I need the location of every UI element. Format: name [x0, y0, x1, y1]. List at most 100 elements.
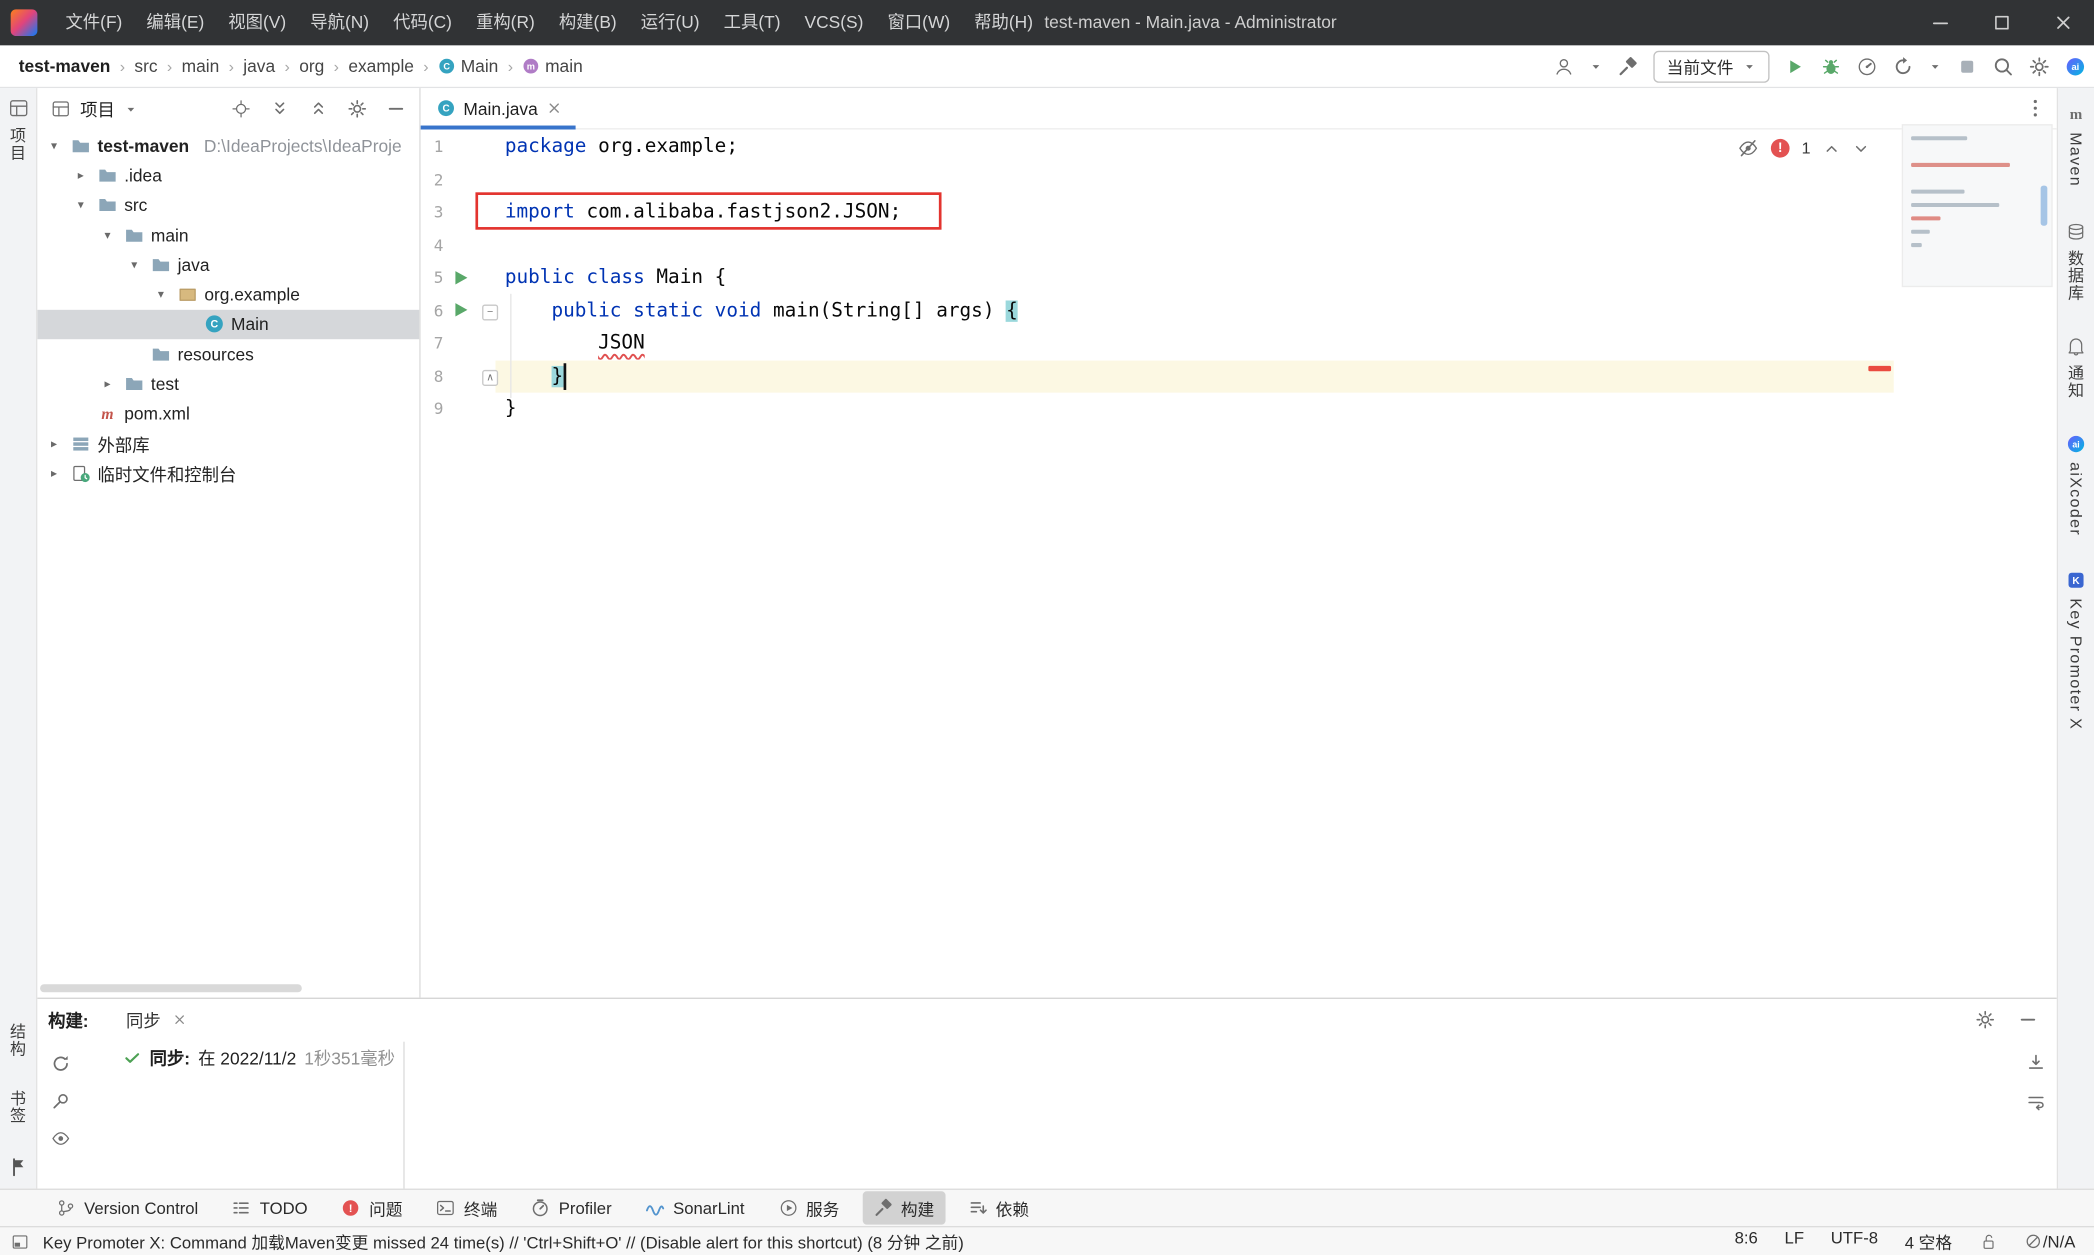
- menu-item[interactable]: 编辑(E): [134, 0, 216, 45]
- menu-item[interactable]: 代码(C): [381, 0, 464, 45]
- menu-item[interactable]: 帮助(H): [962, 0, 1045, 45]
- menu-item[interactable]: 运行(U): [629, 0, 712, 45]
- horizontal-scrollbar[interactable]: [40, 984, 302, 992]
- status-message[interactable]: Key Promoter X: Command 加载Maven变更 missed…: [43, 1229, 964, 1254]
- menu-item[interactable]: 工具(T): [712, 0, 793, 45]
- debug-button[interactable]: [1820, 55, 1841, 76]
- breadcrumb-item[interactable]: CMain: [438, 56, 498, 76]
- breadcrumb-item[interactable]: org: [299, 56, 324, 76]
- tree-item[interactable]: ▸test: [37, 369, 419, 399]
- toolwindow-button[interactable]: SonarLint: [634, 1194, 755, 1222]
- more-options-icon[interactable]: [2025, 97, 2046, 118]
- toolwindow-button[interactable]: TODO: [221, 1194, 318, 1222]
- profiler-run-icon[interactable]: [1856, 55, 1877, 76]
- breadcrumb-item[interactable]: src: [134, 56, 157, 76]
- status-item[interactable]: LF: [1785, 1229, 1804, 1254]
- toolwindow-button[interactable]: 服务: [767, 1191, 850, 1224]
- tree-item[interactable]: ▸.idea: [37, 161, 419, 191]
- chevron-down-icon[interactable]: [124, 102, 137, 115]
- build-hammer-icon[interactable]: [1617, 55, 1638, 76]
- code-line[interactable]: [495, 229, 1893, 262]
- settings-gear-icon[interactable]: [1975, 1010, 1995, 1030]
- tool-window-switcher-icon[interactable]: [11, 1232, 30, 1251]
- tree-item[interactable]: resources: [37, 339, 419, 369]
- stripe-tab-structure[interactable]: 结构: [7, 1023, 30, 1058]
- toolwindow-button[interactable]: 依赖: [957, 1191, 1040, 1224]
- tree-item[interactable]: ▾test-mavenD:\IdeaProjects\IdeaProje: [37, 131, 419, 161]
- refresh-icon[interactable]: [50, 1054, 70, 1074]
- pin-icon[interactable]: [50, 1091, 70, 1111]
- stripe-tab-bookmarks[interactable]: 书签: [7, 1090, 30, 1125]
- previous-error-icon[interactable]: [1823, 140, 1840, 157]
- chevron-right-icon[interactable]: ▸: [99, 377, 116, 392]
- code-line[interactable]: }: [495, 393, 1893, 426]
- run-configuration-select[interactable]: 当前文件: [1653, 50, 1769, 82]
- stop-button[interactable]: [1957, 55, 1978, 76]
- next-error-icon[interactable]: [1852, 140, 1869, 157]
- minimap[interactable]: [1902, 124, 2053, 287]
- menu-item[interactable]: 窗口(W): [875, 0, 962, 45]
- menu-item[interactable]: 文件(F): [53, 0, 134, 45]
- chevron-down-icon[interactable]: [1928, 59, 1941, 72]
- soft-wrap-icon[interactable]: [2026, 1092, 2046, 1112]
- run-icon[interactable]: [455, 303, 467, 316]
- tree-item[interactable]: ▾main: [37, 220, 419, 250]
- close-tab-icon[interactable]: [173, 1012, 188, 1027]
- status-item[interactable]: 8:6: [1735, 1229, 1758, 1254]
- maximize-button[interactable]: [1971, 0, 2032, 45]
- menu-item[interactable]: 重构(R): [464, 0, 547, 45]
- status-item[interactable]: UTF-8: [1831, 1229, 1878, 1254]
- rerun-icon[interactable]: [1892, 55, 1913, 76]
- toolwindow-button[interactable]: 终端: [425, 1191, 508, 1224]
- tree-item[interactable]: ▾org.example: [37, 280, 419, 310]
- code-line[interactable]: [495, 164, 1893, 197]
- user-icon[interactable]: [1553, 55, 1574, 76]
- code-area[interactable]: package org.example;import com.alibaba.f…: [495, 131, 1893, 426]
- stripe-tab[interactable]: mMaven: [2066, 104, 2086, 187]
- tree-item[interactable]: ▾src: [37, 190, 419, 220]
- eye-icon[interactable]: [50, 1128, 70, 1148]
- hide-panel-icon[interactable]: [386, 99, 406, 119]
- tree-item[interactable]: ▸临时文件和控制台: [37, 458, 419, 488]
- close-tab-icon[interactable]: [546, 100, 562, 116]
- menu-item[interactable]: 构建(B): [547, 0, 629, 45]
- chevron-down-icon[interactable]: ▾: [72, 198, 89, 213]
- code-line[interactable]: import com.alibaba.fastjson2.JSON;: [495, 196, 1893, 229]
- search-icon[interactable]: [1993, 55, 2014, 76]
- chevron-right-icon[interactable]: ▸: [72, 168, 89, 183]
- code-line[interactable]: JSON: [495, 328, 1893, 361]
- breadcrumb-item[interactable]: java: [243, 56, 275, 76]
- expand-all-icon[interactable]: [270, 99, 290, 119]
- hide-panel-icon[interactable]: [2018, 1010, 2038, 1030]
- run-icon[interactable]: [455, 271, 467, 284]
- stripe-tab[interactable]: KKey Promoter X: [2066, 571, 2086, 731]
- status-item[interactable]: 4 空格: [1905, 1229, 1952, 1254]
- toolwindow-button[interactable]: !问题: [330, 1191, 413, 1224]
- scroll-to-end-icon[interactable]: [2026, 1052, 2046, 1072]
- code-line[interactable]: }: [495, 360, 1893, 393]
- run-button[interactable]: [1784, 55, 1805, 76]
- chevron-down-icon[interactable]: ▾: [126, 258, 143, 273]
- error-badge-icon[interactable]: !: [1771, 139, 1790, 158]
- chevron-down-icon[interactable]: ▾: [45, 138, 62, 153]
- stripe-tab[interactable]: 通知: [2065, 337, 2088, 400]
- breadcrumb-item[interactable]: example: [348, 56, 414, 76]
- menu-item[interactable]: 视图(V): [216, 0, 298, 45]
- stripe-tab[interactable]: aiaiXcoder: [2066, 434, 2086, 536]
- settings-gear-icon[interactable]: [2029, 55, 2050, 76]
- project-panel-title[interactable]: 项目: [80, 96, 115, 121]
- highlighting-eye-icon[interactable]: [1737, 138, 1758, 159]
- lock-icon[interactable]: [1979, 1232, 1998, 1251]
- panel-divider[interactable]: [403, 1042, 404, 1189]
- tab-main-java[interactable]: C Main.java: [421, 87, 575, 128]
- chevron-right-icon[interactable]: ▸: [45, 436, 62, 451]
- toolwindow-button[interactable]: Profiler: [520, 1194, 622, 1222]
- minimize-button[interactable]: [1910, 0, 1971, 45]
- stripe-tab[interactable]: 数据库: [2065, 222, 2088, 302]
- toolwindow-button[interactable]: 构建: [862, 1191, 945, 1224]
- chevron-down-icon[interactable]: ▾: [152, 287, 169, 302]
- bookmark-flag-icon[interactable]: [7, 1157, 28, 1178]
- minimap-thumb[interactable]: [2041, 186, 2048, 226]
- toolwindow-button[interactable]: Version Control: [45, 1194, 209, 1222]
- breadcrumb-item[interactable]: mmain: [522, 56, 582, 76]
